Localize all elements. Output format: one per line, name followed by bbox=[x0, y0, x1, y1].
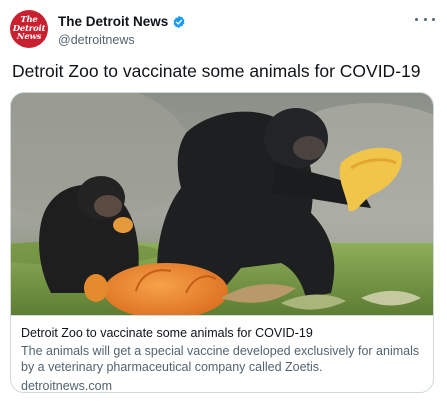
card-image[interactable] bbox=[11, 93, 433, 315]
chimpanzees-photo-icon bbox=[11, 93, 433, 315]
card-domain: detroitnews.com bbox=[21, 379, 113, 393]
card-title: Detroit Zoo to vaccinate some animals fo… bbox=[21, 326, 313, 340]
author-handle[interactable]: @detroitnews bbox=[58, 33, 186, 47]
avatar-line-3: News bbox=[16, 32, 42, 43]
card-body[interactable]: Detroit Zoo to vaccinate some animals fo… bbox=[11, 315, 433, 393]
more-options-icon[interactable] bbox=[415, 12, 435, 26]
author-info: The Detroit News @detroitnews bbox=[58, 14, 186, 47]
tweet-text: Detroit Zoo to vaccinate some animals fo… bbox=[12, 61, 421, 81]
link-card[interactable]: Detroit Zoo to vaccinate some animals fo… bbox=[10, 92, 434, 393]
card-description: The animals will get a special vaccine d… bbox=[21, 344, 420, 374]
avatar[interactable]: The Detroit News bbox=[10, 10, 48, 48]
tweet[interactable]: The Detroit News The Detroit News @detro… bbox=[0, 0, 447, 407]
author-name[interactable]: The Detroit News bbox=[58, 14, 168, 29]
verified-badge-icon bbox=[173, 15, 185, 28]
